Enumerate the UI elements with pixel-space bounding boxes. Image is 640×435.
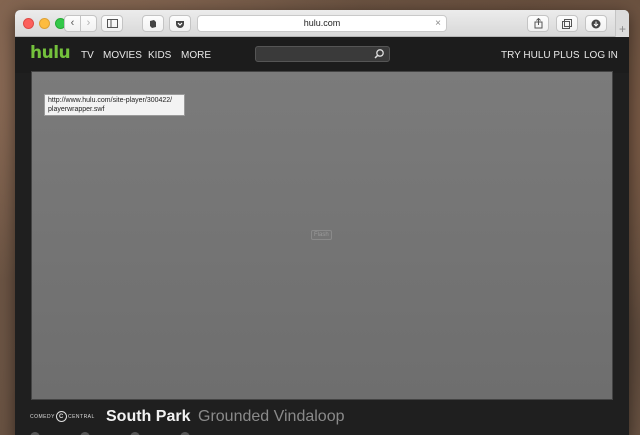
pocket-icon xyxy=(176,20,184,28)
new-tab-button[interactable]: + xyxy=(615,10,629,37)
browser-toolbar: ‹ › hulu.com × + xyxy=(15,10,629,37)
address-bar[interactable]: hulu.com × xyxy=(197,15,447,32)
try-hulu-plus-link[interactable]: TRY HULU PLUS xyxy=(501,50,580,61)
evernote-button[interactable] xyxy=(142,15,164,32)
share-icon xyxy=(534,18,542,29)
nav-kids[interactable]: KIDS xyxy=(148,50,171,61)
downloads-button[interactable] xyxy=(585,15,607,32)
hulu-header: hulu TV MOVIES KIDS MORE TRY HULU PLUS L… xyxy=(15,37,629,73)
download-icon xyxy=(591,19,601,28)
video-player[interactable]: http://www.hulu.com/site-player/300422/ … xyxy=(31,71,613,400)
sidebar-icon xyxy=(106,19,118,28)
forward-button[interactable]: › xyxy=(80,16,96,31)
tooltip-line-2: playerwrapper.swf xyxy=(48,106,105,113)
episode-title: Grounded Vindaloop xyxy=(198,408,345,425)
close-window-button[interactable] xyxy=(23,18,34,29)
comedy-central-logo: COMEDY C CENTRAL xyxy=(30,411,95,422)
search-icon[interactable] xyxy=(373,48,385,60)
nav-buttons: ‹ › xyxy=(64,15,97,32)
tooltip-line-1: http://www.hulu.com/site-player/300422/ xyxy=(48,97,173,104)
show-info: COMEDY C CENTRAL South Park Grounded Vin… xyxy=(15,402,629,435)
address-text: hulu.com xyxy=(303,18,341,28)
pocket-button[interactable] xyxy=(169,15,191,32)
flash-plugin-label[interactable]: Flash xyxy=(311,230,332,240)
share-button[interactable] xyxy=(527,15,549,32)
show-title[interactable]: South Park xyxy=(106,408,190,426)
nav-tv[interactable]: TV xyxy=(81,50,94,61)
minimize-window-button[interactable] xyxy=(39,18,50,29)
log-in-link[interactable]: LOG IN xyxy=(584,50,618,61)
plugin-url-tooltip: http://www.hulu.com/site-player/300422/ … xyxy=(44,94,185,116)
nav-movies[interactable]: MOVIES xyxy=(103,50,142,61)
back-button[interactable]: ‹ xyxy=(65,16,80,31)
sidebar-button[interactable] xyxy=(101,15,123,32)
tabs-overview-button[interactable] xyxy=(556,15,578,32)
clear-address-icon[interactable]: × xyxy=(435,16,441,31)
hulu-logo[interactable]: hulu xyxy=(30,43,71,63)
comedy-central-icon: C xyxy=(55,411,67,422)
tabs-icon xyxy=(562,18,572,29)
search-input[interactable] xyxy=(255,46,390,62)
elephant-icon xyxy=(150,19,156,28)
browser-window: ‹ › hulu.com × + hulu TV MOVIES KIDS MOR… xyxy=(15,10,629,435)
nav-more[interactable]: MORE xyxy=(181,50,211,61)
